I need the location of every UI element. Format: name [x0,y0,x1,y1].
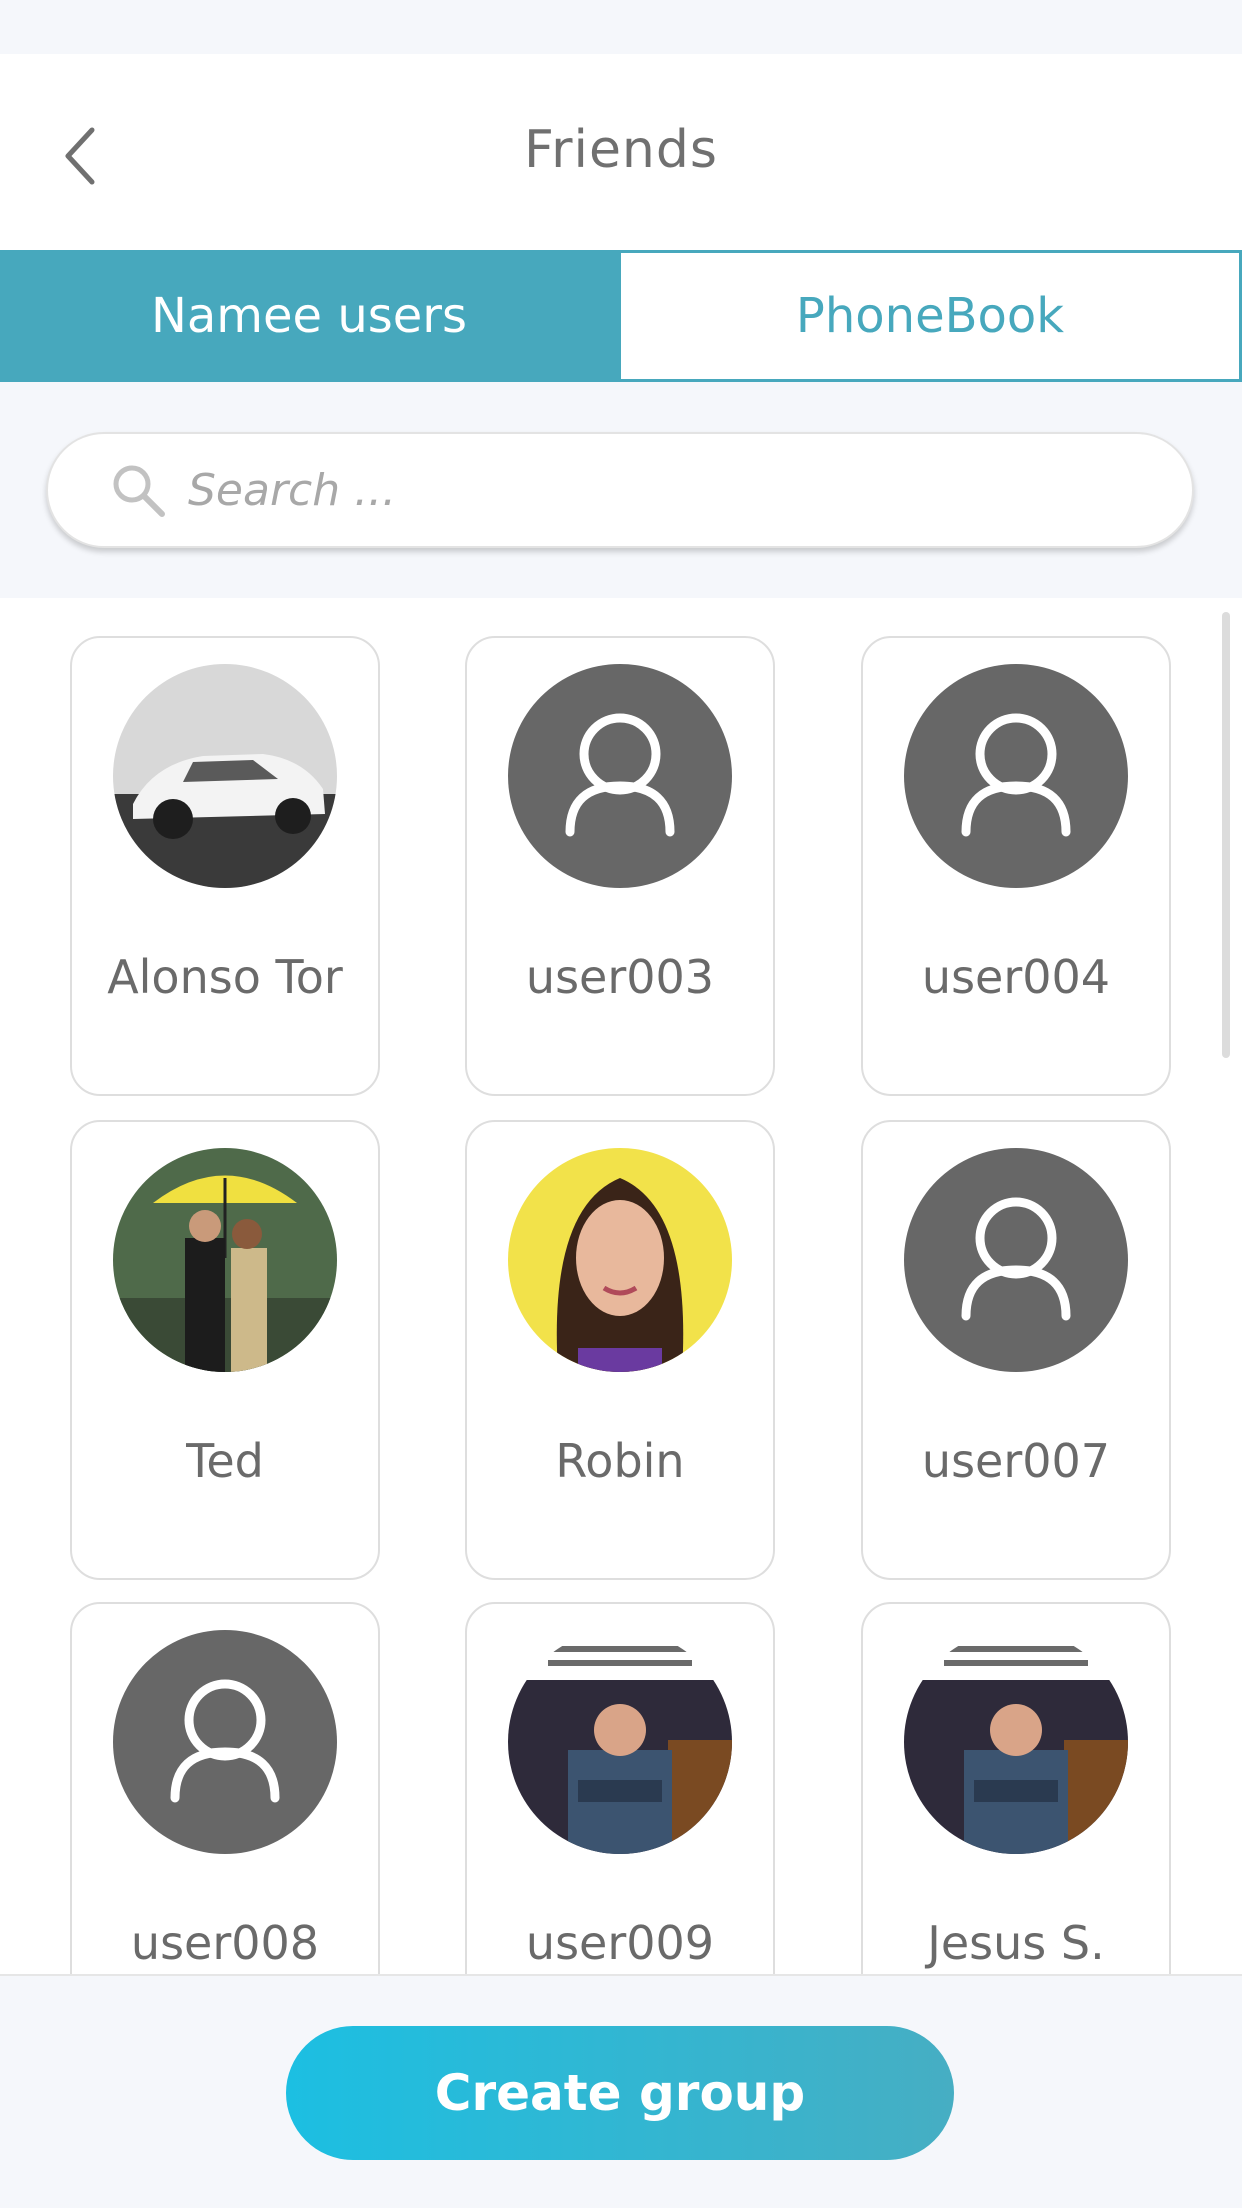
friend-card[interactable]: user007 [861,1120,1171,1580]
tab-bar: Namee users PhoneBook [0,250,1242,382]
search-icon [113,465,165,517]
friend-name: user003 [525,950,715,1004]
friend-name: user008 [130,1916,320,1970]
create-group-button[interactable]: Create group [286,2026,954,2160]
search-input[interactable] [186,463,1090,517]
friend-card[interactable]: Ted [70,1120,380,1580]
default-user-icon [508,664,732,888]
friend-card[interactable]: user004 [861,636,1171,1096]
friend-name: user009 [525,1916,715,1970]
friend-name: Robin [555,1434,685,1488]
friend-name: user004 [921,950,1111,1004]
page-title: Friends [523,120,718,180]
status-bar [0,0,1242,54]
default-user-icon [904,1148,1128,1372]
avatar-photo-car [113,664,337,888]
friend-name: Jesus S. [927,1916,1105,1970]
tab-namee-users[interactable]: Namee users [0,250,618,382]
search-bar[interactable] [46,432,1194,548]
friend-name: Alonso Tor [107,950,343,1004]
header: Friends [0,54,1242,250]
friend-name: user007 [921,1434,1111,1488]
avatar-photo-couple [113,1148,337,1372]
friend-card[interactable]: Alonso Tor [70,636,380,1096]
friends-grid[interactable]: Alonso Tor user003 user004 Ted Robin use… [0,598,1242,1974]
search-section [0,382,1242,598]
friend-card[interactable]: Jesus S. [861,1602,1171,1974]
default-user-icon [904,664,1128,888]
friend-card[interactable]: Robin [465,1120,775,1580]
avatar-photo-meme [904,1630,1128,1854]
default-user-icon [113,1630,337,1854]
footer: Create group [0,1974,1242,2208]
avatar-photo-meme [508,1630,732,1854]
friend-name: Ted [186,1434,264,1488]
friend-card[interactable]: user003 [465,636,775,1096]
friend-card[interactable]: user008 [70,1602,380,1974]
friend-card[interactable]: user009 [465,1602,775,1974]
tab-phonebook[interactable]: PhoneBook [618,250,1242,382]
avatar-photo-woman [508,1148,732,1372]
scrollbar[interactable] [1222,612,1230,1058]
